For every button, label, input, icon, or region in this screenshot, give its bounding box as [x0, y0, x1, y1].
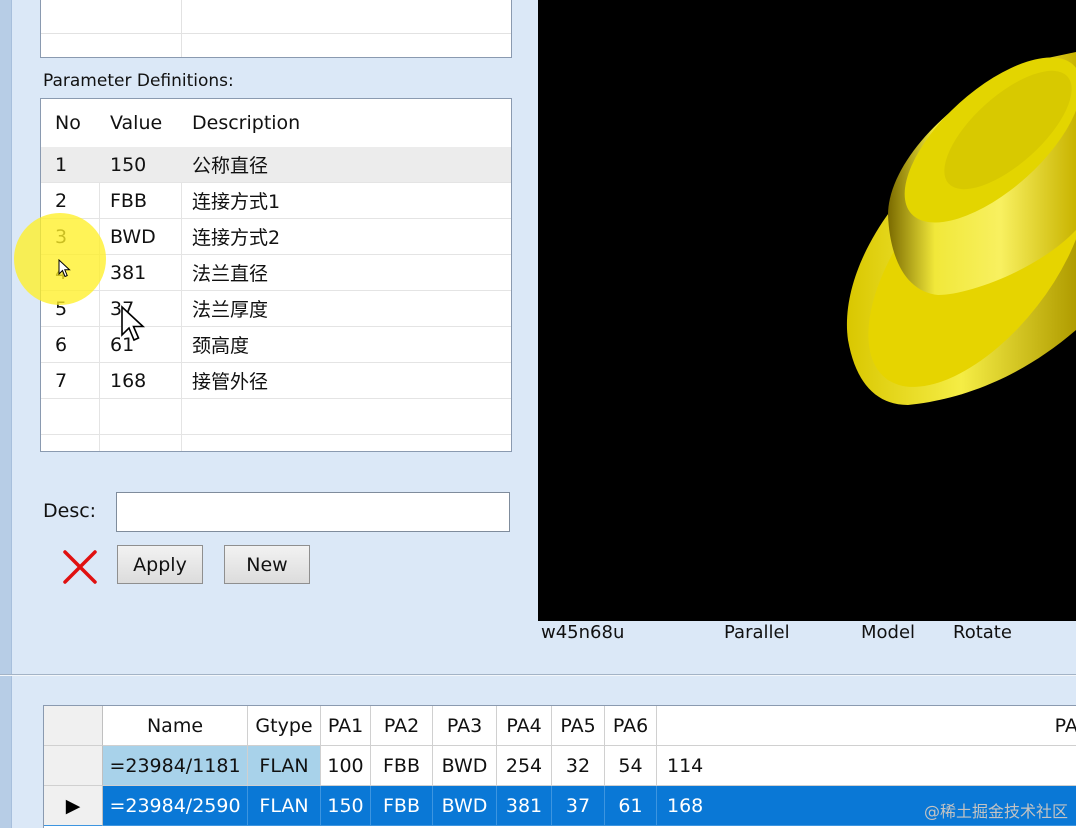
column-header-pa3[interactable]: PA3 — [433, 706, 497, 746]
cell-gtype[interactable]: FLAN — [248, 786, 321, 826]
param-value[interactable]: 61 — [110, 327, 134, 362]
column-header-no[interactable]: No — [55, 99, 81, 147]
param-row-empty[interactable] — [41, 399, 511, 435]
param-description[interactable]: 颈高度 — [192, 327, 249, 362]
cell-pa6[interactable]: 54 — [605, 746, 657, 786]
param-table-header: No Value Description — [41, 99, 511, 147]
param-description[interactable]: 连接方式1 — [192, 183, 280, 218]
cursor-highlight — [14, 213, 106, 305]
param-no: 1 — [55, 153, 68, 176]
param-value[interactable]: 37 — [110, 291, 134, 326]
cell-pa1[interactable]: 100 — [321, 746, 371, 786]
projection-status[interactable]: Parallel — [724, 622, 790, 643]
cell-name[interactable]: =23984/2590 — [103, 786, 248, 826]
param-description[interactable]: 法兰直径 — [192, 255, 268, 290]
param-no: 6 — [55, 333, 68, 356]
cell-pa4[interactable]: 254 — [497, 746, 552, 786]
parameter-definitions-label: Parameter Definitions: — [43, 71, 234, 91]
action-status[interactable]: Rotate — [953, 622, 1012, 643]
cell-gtype[interactable]: FLAN — [248, 746, 321, 786]
row-header[interactable] — [44, 746, 103, 786]
column-header-gtype[interactable]: Gtype — [248, 706, 321, 746]
watermark: @稀土掘金技术社区 — [923, 802, 1068, 821]
panel-separator[interactable] — [0, 674, 1076, 676]
cell-pa2[interactable]: FBB — [371, 746, 433, 786]
cell-pa2[interactable]: FBB — [371, 786, 433, 826]
param-row-5[interactable]: 5 37 法兰厚度 — [41, 291, 511, 327]
cell-pa5[interactable]: 37 — [552, 786, 605, 826]
cell-pa3[interactable]: BWD — [433, 746, 497, 786]
param-value[interactable]: 381 — [110, 255, 146, 290]
window-left-border — [0, 0, 12, 828]
current-row-indicator-icon[interactable]: ▶ — [44, 786, 103, 826]
param-no: 7 — [55, 369, 68, 392]
cell-pa6[interactable]: 61 — [605, 786, 657, 826]
desc-input[interactable] — [116, 492, 510, 532]
desc-label: Desc: — [43, 500, 97, 522]
param-value[interactable]: BWD — [110, 219, 156, 254]
mode-status[interactable]: Model — [861, 622, 915, 643]
cancel-x-icon[interactable] — [62, 549, 98, 585]
param-value[interactable]: 150 — [110, 147, 146, 182]
column-header-pa1[interactable]: PA1 — [321, 706, 371, 746]
3d-viewport[interactable] — [538, 0, 1076, 621]
param-description[interactable]: 接管外径 — [192, 363, 268, 398]
components-data-grid[interactable]: Name Gtype PA1 PA2 PA3 PA4 PA5 PA6 PA7 =… — [43, 705, 1076, 828]
cell-pa5[interactable]: 32 — [552, 746, 605, 786]
column-header-pa4[interactable]: PA4 — [497, 706, 552, 746]
grid-header-row: Name Gtype PA1 PA2 PA3 PA4 PA5 PA6 PA7 — [44, 706, 1076, 746]
apply-button[interactable]: Apply — [117, 545, 203, 584]
param-description[interactable]: 公称直径 — [192, 147, 268, 182]
column-header-pa5[interactable]: PA5 — [552, 706, 605, 746]
param-value[interactable]: 168 — [110, 363, 146, 398]
parameter-definitions-table[interactable]: No Value Description 1 150 公称直径 2 FBB 连接… — [40, 98, 512, 452]
param-value[interactable]: FBB — [110, 183, 147, 218]
flange-model-graphic — [846, 52, 1076, 405]
grid-row-1[interactable]: =23984/1181 FLAN 100 FBB BWD 254 32 54 1… — [44, 746, 1076, 786]
grid-row-2-selected[interactable]: ▶ =23984/2590 FLAN 150 FBB BWD 381 37 61… — [44, 786, 1076, 826]
param-row-1[interactable]: 1 150 公称直径 — [41, 147, 511, 183]
param-row-4[interactable]: 4 381 法兰直径 — [41, 255, 511, 291]
param-row-7[interactable]: 7 168 接管外径 — [41, 363, 511, 399]
param-row-2[interactable]: 2 FBB 连接方式1 — [41, 183, 511, 219]
column-header-pa2[interactable]: PA2 — [371, 706, 433, 746]
new-button[interactable]: New — [224, 545, 310, 584]
column-header-pa7[interactable]: PA7 — [657, 706, 1076, 746]
param-description[interactable]: 法兰厚度 — [192, 291, 268, 326]
column-header-name[interactable]: Name — [103, 706, 248, 746]
column-header-description[interactable]: Description — [192, 99, 300, 147]
param-row-3[interactable]: 3 BWD 连接方式2 — [41, 219, 511, 255]
column-header-value[interactable]: Value — [110, 99, 162, 147]
cell-name[interactable]: =23984/1181 — [103, 746, 248, 786]
cell-pa4[interactable]: 381 — [497, 786, 552, 826]
column-header-pa6[interactable]: PA6 — [605, 706, 657, 746]
cell-pa7[interactable]: 114 — [657, 746, 1076, 786]
row-header-corner[interactable] — [44, 706, 103, 746]
param-row-6[interactable]: 6 61 颈高度 — [41, 327, 511, 363]
cell-pa3[interactable]: BWD — [433, 786, 497, 826]
param-description[interactable]: 连接方式2 — [192, 219, 280, 254]
top-list-table[interactable] — [40, 0, 512, 58]
view-name-status: w45n68u — [541, 622, 625, 643]
cell-pa1[interactable]: 150 — [321, 786, 371, 826]
